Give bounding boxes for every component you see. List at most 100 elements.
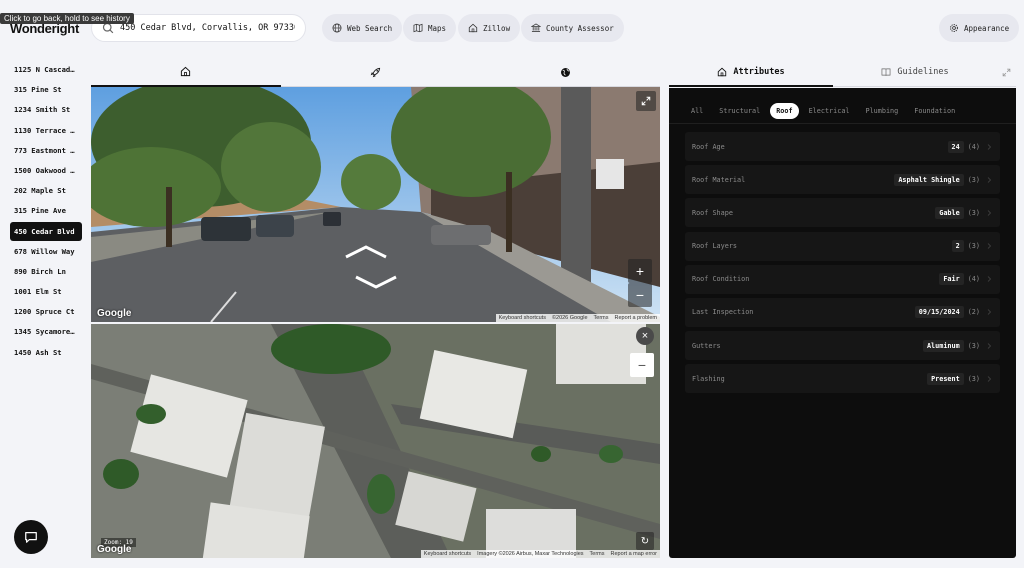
attribute-value: Present xyxy=(927,372,964,385)
address-list-item[interactable]: 315 Pine Ave xyxy=(10,201,82,220)
address-list-item[interactable]: 1234 Smith St xyxy=(10,100,82,119)
address-list-item[interactable]: 1200 Spruce Ct xyxy=(10,302,82,321)
county-assessor-button[interactable]: County Assessor xyxy=(521,14,624,42)
zoom-in-button[interactable]: + xyxy=(628,259,652,283)
category-electrical[interactable]: Electrical xyxy=(803,103,856,119)
gear-icon xyxy=(950,24,958,32)
attribute-label: Roof Age xyxy=(692,142,725,151)
attribute-row[interactable]: Flashing Present (3) xyxy=(685,364,1000,394)
book-icon xyxy=(882,68,891,76)
attribute-row[interactable]: Roof Shape Gable (3) xyxy=(685,198,1000,228)
attribute-list: Roof Age 24 (4) Roof Material Asphalt Sh… xyxy=(669,124,1016,406)
close-aerial-button[interactable]: × xyxy=(636,327,654,345)
chevron-right-icon xyxy=(987,376,992,382)
google-logo: Google xyxy=(97,308,132,319)
chevron-right-icon xyxy=(987,210,992,216)
minus-icon: − xyxy=(637,357,647,373)
web-search-button[interactable]: Web Search xyxy=(322,14,403,42)
terms-link[interactable]: Terms xyxy=(590,551,605,557)
chat-button[interactable] xyxy=(14,520,48,554)
fullscreen-button[interactable] xyxy=(636,91,656,111)
attribute-row[interactable]: Roof Condition Fair (4) xyxy=(685,264,1000,294)
address-list-item-active[interactable]: 450 Cedar Blvd xyxy=(10,221,82,241)
aerial-view-panel[interactable]: × − ↻ Zoom: 19 Google Keyboard shortcuts… xyxy=(91,324,660,558)
address-list-item[interactable]: 1345 Sycamore… xyxy=(10,322,82,341)
street-view-attribution: Keyboard shortcuts ©2026 Google Terms Re… xyxy=(495,314,660,322)
attribute-row[interactable]: Roof Layers 2 (3) xyxy=(685,231,1000,261)
web-search-label: Web Search xyxy=(347,23,393,33)
attribute-row[interactable]: Roof Age 24 (4) xyxy=(685,132,1000,161)
copyright-text: ©2026 Google xyxy=(551,315,588,321)
imagery-copyright-text: Imagery ©2026 Airbus, Maxar Technologies xyxy=(477,551,584,557)
address-list-item[interactable]: 1125 N Cascad… xyxy=(10,60,82,79)
globe-icon xyxy=(560,67,570,77)
category-filter: All Structural Roof Electrical Plumbing … xyxy=(669,88,1016,124)
minus-icon: − xyxy=(635,287,645,303)
attribute-count: (3) xyxy=(967,242,980,251)
category-foundation[interactable]: Foundation xyxy=(908,103,961,119)
address-search-input[interactable] xyxy=(120,23,295,33)
tab-guidelines[interactable]: Guidelines xyxy=(833,58,997,87)
category-all[interactable]: All xyxy=(685,103,709,119)
tab-attributes[interactable]: Attributes xyxy=(669,58,833,87)
keyboard-shortcuts-link[interactable]: Keyboard shortcuts xyxy=(499,315,546,321)
address-list-item[interactable]: 678 Willow Way xyxy=(10,242,82,261)
keyboard-shortcuts-link[interactable]: Keyboard shortcuts xyxy=(424,551,471,557)
chevron-right-icon xyxy=(987,309,992,316)
google-logo: Google xyxy=(97,544,132,555)
expand-icon xyxy=(1002,68,1011,76)
zoom-out-button[interactable]: − xyxy=(628,283,652,307)
address-list-item[interactable]: 1450 Ash St xyxy=(10,343,82,362)
plus-icon: + xyxy=(635,263,645,279)
category-plumbing[interactable]: Plumbing xyxy=(860,103,905,119)
rotate-icon: ↻ xyxy=(640,535,650,547)
tab-globe-view[interactable] xyxy=(470,58,661,87)
attribute-value: 2 xyxy=(951,240,964,253)
reset-rotation-button[interactable]: ↻ xyxy=(636,532,654,550)
maps-button[interactable]: Maps xyxy=(403,14,457,42)
report-map-error-link[interactable]: Report a map error xyxy=(611,551,657,557)
chevron-right-icon xyxy=(987,342,992,349)
chevron-right-icon xyxy=(987,176,992,183)
attribute-count: (4) xyxy=(967,142,980,151)
attribute-value: 09/15/2024 xyxy=(914,306,964,319)
tab-home-view[interactable] xyxy=(91,58,281,87)
appearance-button[interactable]: Appearance xyxy=(939,14,1020,42)
address-list-item[interactable]: 315 Pine St xyxy=(10,80,82,99)
attribute-label: Roof Condition xyxy=(692,275,750,284)
chat-bubble-icon xyxy=(25,532,37,543)
panel-tabs: Attributes Guidelines xyxy=(669,58,1016,87)
category-structural[interactable]: Structural xyxy=(713,103,766,119)
attribute-label: Roof Shape xyxy=(692,208,733,217)
expand-panel-button[interactable] xyxy=(997,58,1016,87)
street-view-panel[interactable]: + − Google Keyboard shortcuts ©2026 Goog… xyxy=(91,87,660,322)
address-list: 1125 N Cascad… 315 Pine St 1234 Smith St… xyxy=(10,60,82,363)
address-list-item[interactable]: 1130 Terrace … xyxy=(10,121,82,140)
expand-icon xyxy=(641,96,651,106)
zillow-button[interactable]: Zillow xyxy=(458,14,521,42)
aerial-zoom-out-button[interactable]: − xyxy=(630,353,654,377)
home-icon xyxy=(718,67,727,76)
home-icon xyxy=(468,23,478,33)
address-list-item[interactable]: 890 Birch Ln xyxy=(10,262,82,281)
attribute-value: 24 xyxy=(947,140,964,153)
address-list-item[interactable]: 202 Maple St xyxy=(10,181,82,200)
attribute-count: (3) xyxy=(967,208,980,217)
zillow-label: Zillow xyxy=(483,23,511,33)
chevron-right-icon xyxy=(987,276,992,283)
attribute-label: Roof Layers xyxy=(692,242,738,251)
attribute-row[interactable]: Gutters Aluminum (3) xyxy=(685,331,1000,361)
category-roof[interactable]: Roof xyxy=(770,103,799,119)
address-list-item[interactable]: 1500 Oakwood … xyxy=(10,161,82,180)
attribute-row[interactable]: Last Inspection 09/15/2024 (2) xyxy=(685,297,1000,327)
address-list-item[interactable]: 773 Eastmont … xyxy=(10,141,82,160)
attribute-row[interactable]: Roof Material Asphalt Shingle (3) xyxy=(685,165,1000,195)
globe-icon xyxy=(332,23,342,33)
attribute-count: (2) xyxy=(967,308,980,317)
report-problem-link[interactable]: Report a problem xyxy=(615,315,658,321)
county-assessor-label: County Assessor xyxy=(546,23,614,33)
tab-drone-view[interactable] xyxy=(280,58,471,87)
terms-link[interactable]: Terms xyxy=(594,315,609,321)
aerial-view-attribution: Keyboard shortcuts Imagery ©2026 Airbus,… xyxy=(420,550,660,558)
address-list-item[interactable]: 1001 Elm St xyxy=(10,282,82,301)
